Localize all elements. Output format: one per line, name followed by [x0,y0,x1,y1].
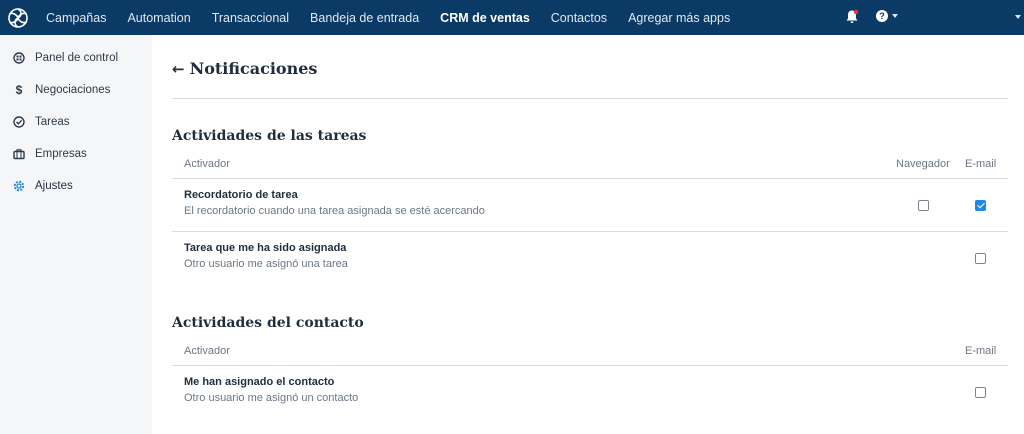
sidebar: Panel de control $ Negociaciones Tareas … [0,35,152,434]
column-header-activador: Activador [184,158,230,170]
dashboard-icon [13,52,25,64]
column-header-email: E-mail [965,345,997,357]
column-header-activador: Activador [184,345,230,357]
nav-item-crm-de-ventas[interactable]: CRM de ventas [440,11,530,25]
dollar-icon: $ [15,83,23,97]
main-content: ← Notificaciones Actividades de las tare… [152,35,1024,434]
notifications-bell-icon[interactable] [845,9,859,25]
email-checkbox[interactable] [975,200,986,211]
table-row: Tarea que me ha sido asignada Otro usuar… [172,232,1008,285]
row-title: Recordatorio de tarea [184,189,298,201]
gear-icon [13,180,25,192]
table-header: Activador Navegador E-mail [172,153,1008,179]
email-checkbox[interactable] [975,387,986,398]
sidebar-item-ajustes[interactable]: Ajustes [13,180,73,192]
table-row: Me han asignado el contacto Otro usuario… [172,366,1008,419]
nav-item-transaccional[interactable]: Transaccional [212,11,289,25]
sidebar-item-empresas[interactable]: Empresas [13,148,87,160]
divider [172,98,1008,99]
nav-item-contactos[interactable]: Contactos [551,11,607,25]
column-header-email: E-mail [965,158,997,170]
nav-item-bandeja-de-entrada[interactable]: Bandeja de entrada [310,11,419,25]
nav-item-automation[interactable]: Automation [127,11,190,25]
nav-item-agregar-mas-apps[interactable]: Agregar más apps [628,11,730,25]
section-title-tareas: Actividades de las tareas [172,128,367,144]
help-menu[interactable]: ? [876,10,898,22]
back-arrow-icon[interactable]: ← [172,60,185,78]
briefcase-icon [13,148,25,160]
table-header: Activador E-mail [172,340,1008,366]
sidebar-item-label: Ajustes [35,180,73,192]
user-menu-chevron-icon[interactable] [1015,15,1021,19]
row-description: Otro usuario me asignó una tarea [184,258,348,270]
brand-logo-icon[interactable] [7,7,29,29]
nav-item-campanas[interactable]: Campañas [46,11,106,25]
row-description: Otro usuario me asignó un contacto [184,392,359,404]
column-header-navegador: Navegador [896,158,950,170]
check-circle-icon [13,116,25,128]
page-title-text: Notificaciones [189,59,318,78]
browser-checkbox[interactable] [918,200,929,211]
chevron-down-icon [892,14,898,18]
help-icon[interactable]: ? [876,10,888,22]
row-title: Me han asignado el contacto [184,376,335,388]
table-row: Recordatorio de tarea El recordatorio cu… [172,179,1008,232]
top-navigation-bar: Campañas Automation Transaccional Bandej… [0,0,1024,35]
section-title-contacto: Actividades del contacto [172,315,364,331]
page-title: ← Notificaciones [172,59,317,78]
row-title: Tarea que me ha sido asignada [184,242,347,254]
sidebar-item-label: Empresas [35,148,87,160]
sidebar-item-negociaciones[interactable]: $ Negociaciones [13,83,111,97]
row-description: El recordatorio cuando una tarea asignad… [184,205,485,217]
email-checkbox[interactable] [975,253,986,264]
sidebar-item-label: Panel de control [35,52,119,64]
sidebar-item-label: Negociaciones [35,84,111,96]
sidebar-item-panel-de-control[interactable]: Panel de control [13,52,118,64]
sidebar-item-label: Tareas [35,116,70,128]
sidebar-item-tareas[interactable]: Tareas [13,116,70,128]
